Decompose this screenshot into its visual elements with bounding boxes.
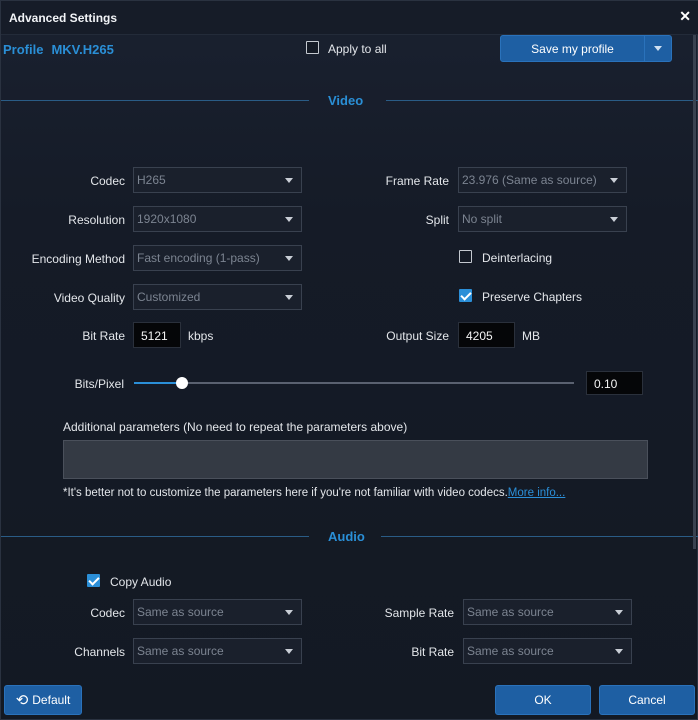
output-size-label: Output Size — [386, 329, 449, 343]
more-info-link[interactable]: More info... — [508, 487, 566, 499]
bit-rate-input[interactable]: 5121 — [133, 322, 181, 348]
chevron-down-icon — [615, 610, 623, 615]
channels-label: Channels — [74, 645, 125, 659]
codec-note: *It's better not to customize the parame… — [63, 487, 565, 499]
output-size-input[interactable]: 4205 — [458, 322, 515, 348]
title-bar: Advanced Settings ✕ — [1, 1, 698, 35]
resolution-value: 1920x1080 — [137, 212, 197, 226]
codec-value: H265 — [137, 173, 166, 187]
audio-section-title: Audio — [328, 529, 365, 544]
bits-pixel-input[interactable]: 0.10 — [586, 371, 643, 395]
save-profile-dropdown[interactable] — [644, 35, 672, 62]
audio-codec-select[interactable]: Same as source — [133, 599, 302, 625]
video-quality-select[interactable]: Customized — [133, 284, 302, 310]
apply-to-all-checkbox[interactable] — [306, 41, 319, 54]
video-quality-value: Customized — [137, 290, 201, 304]
preserve-chapters-label: Preserve Chapters — [482, 290, 583, 304]
resolution-select[interactable]: 1920x1080 — [133, 206, 302, 232]
sample-rate-value: Same as source — [467, 605, 554, 619]
output-size-unit: MB — [522, 329, 540, 343]
chevron-down-icon — [610, 178, 618, 183]
additional-parameters-textarea[interactable] — [63, 440, 648, 479]
bit-rate-label: Bit Rate — [82, 329, 125, 343]
chevron-down-icon — [285, 178, 293, 183]
ok-button[interactable]: OK — [495, 685, 591, 715]
divider — [1, 100, 309, 101]
audio-bit-rate-value: Same as source — [467, 644, 554, 658]
chevron-down-icon — [285, 610, 293, 615]
divider — [386, 100, 698, 101]
bit-rate-unit: kbps — [188, 329, 214, 343]
audio-bit-rate-label: Bit Rate — [411, 645, 454, 659]
profile-heading: Profile MKV.H265 — [3, 42, 122, 57]
chevron-down-icon — [285, 256, 293, 261]
bits-pixel-slider-track[interactable] — [134, 382, 574, 384]
encoding-method-select[interactable]: Fast encoding (1-pass) — [133, 245, 302, 271]
save-profile-button[interactable]: Save my profile — [500, 35, 645, 62]
video-section-title: Video — [328, 93, 364, 108]
deinterlacing-checkbox[interactable] — [459, 250, 472, 263]
audio-codec-label: Codec — [90, 606, 125, 620]
frame-rate-value: 23.976 (Same as source) — [462, 173, 597, 187]
deinterlacing-label: Deinterlacing — [482, 251, 553, 265]
sample-rate-label: Sample Rate — [384, 606, 454, 620]
divider — [1, 536, 309, 537]
bits-pixel-slider-handle[interactable] — [176, 377, 189, 389]
advanced-settings-window: Advanced Settings ✕ Profile MKV.H265 Appl… — [0, 0, 698, 720]
copy-audio-label: Copy Audio — [110, 575, 172, 589]
video-quality-label: Video Quality — [53, 291, 125, 305]
audio-section-header: Audio — [1, 529, 698, 544]
scrollbar[interactable] — [693, 35, 696, 549]
channels-value: Same as source — [137, 644, 224, 658]
sample-rate-select[interactable]: Same as source — [463, 599, 632, 625]
profile-name: MKV.H265 — [51, 42, 114, 57]
default-button[interactable]: ⟲ Default — [4, 685, 82, 715]
window-title: Advanced Settings — [9, 11, 118, 25]
chevron-down-icon — [615, 649, 623, 654]
channels-select[interactable]: Same as source — [133, 638, 302, 664]
split-label: Split — [425, 213, 449, 227]
chevron-down-icon — [654, 46, 662, 51]
split-select[interactable]: No split — [458, 206, 627, 232]
video-section-header: Video — [1, 93, 698, 108]
cancel-button[interactable]: Cancel — [599, 685, 695, 715]
chevron-down-icon — [285, 217, 293, 222]
bits-pixel-label: Bits/Pixel — [74, 377, 124, 391]
reset-icon: ⟲ — [15, 691, 29, 709]
preserve-chapters-checkbox[interactable] — [459, 289, 472, 302]
apply-to-all-label: Apply to all — [328, 42, 387, 56]
profile-label: Profile — [3, 42, 44, 57]
audio-bit-rate-select[interactable]: Same as source — [463, 638, 632, 664]
encoding-method-label: Encoding Method — [31, 252, 125, 266]
resolution-label: Resolution — [68, 213, 125, 227]
split-value: No split — [462, 212, 503, 226]
close-icon[interactable]: ✕ — [679, 8, 691, 25]
frame-rate-label: Frame Rate — [385, 174, 449, 188]
divider — [381, 536, 698, 537]
audio-codec-value: Same as source — [137, 605, 224, 619]
chevron-down-icon — [285, 649, 293, 654]
copy-audio-checkbox[interactable] — [87, 574, 100, 587]
chevron-down-icon — [285, 295, 293, 300]
frame-rate-select[interactable]: 23.976 (Same as source) — [458, 167, 627, 193]
codec-label: Codec — [90, 174, 125, 188]
default-label: Default — [32, 693, 71, 707]
encoding-method-value: Fast encoding (1-pass) — [137, 251, 260, 265]
bits-pixel-slider-fill — [134, 382, 183, 384]
codec-note-text: *It's better not to customize the parame… — [63, 487, 508, 499]
additional-parameters-label: Additional parameters (No need to repeat… — [63, 420, 408, 434]
chevron-down-icon — [610, 217, 618, 222]
codec-select[interactable]: H265 — [133, 167, 302, 193]
